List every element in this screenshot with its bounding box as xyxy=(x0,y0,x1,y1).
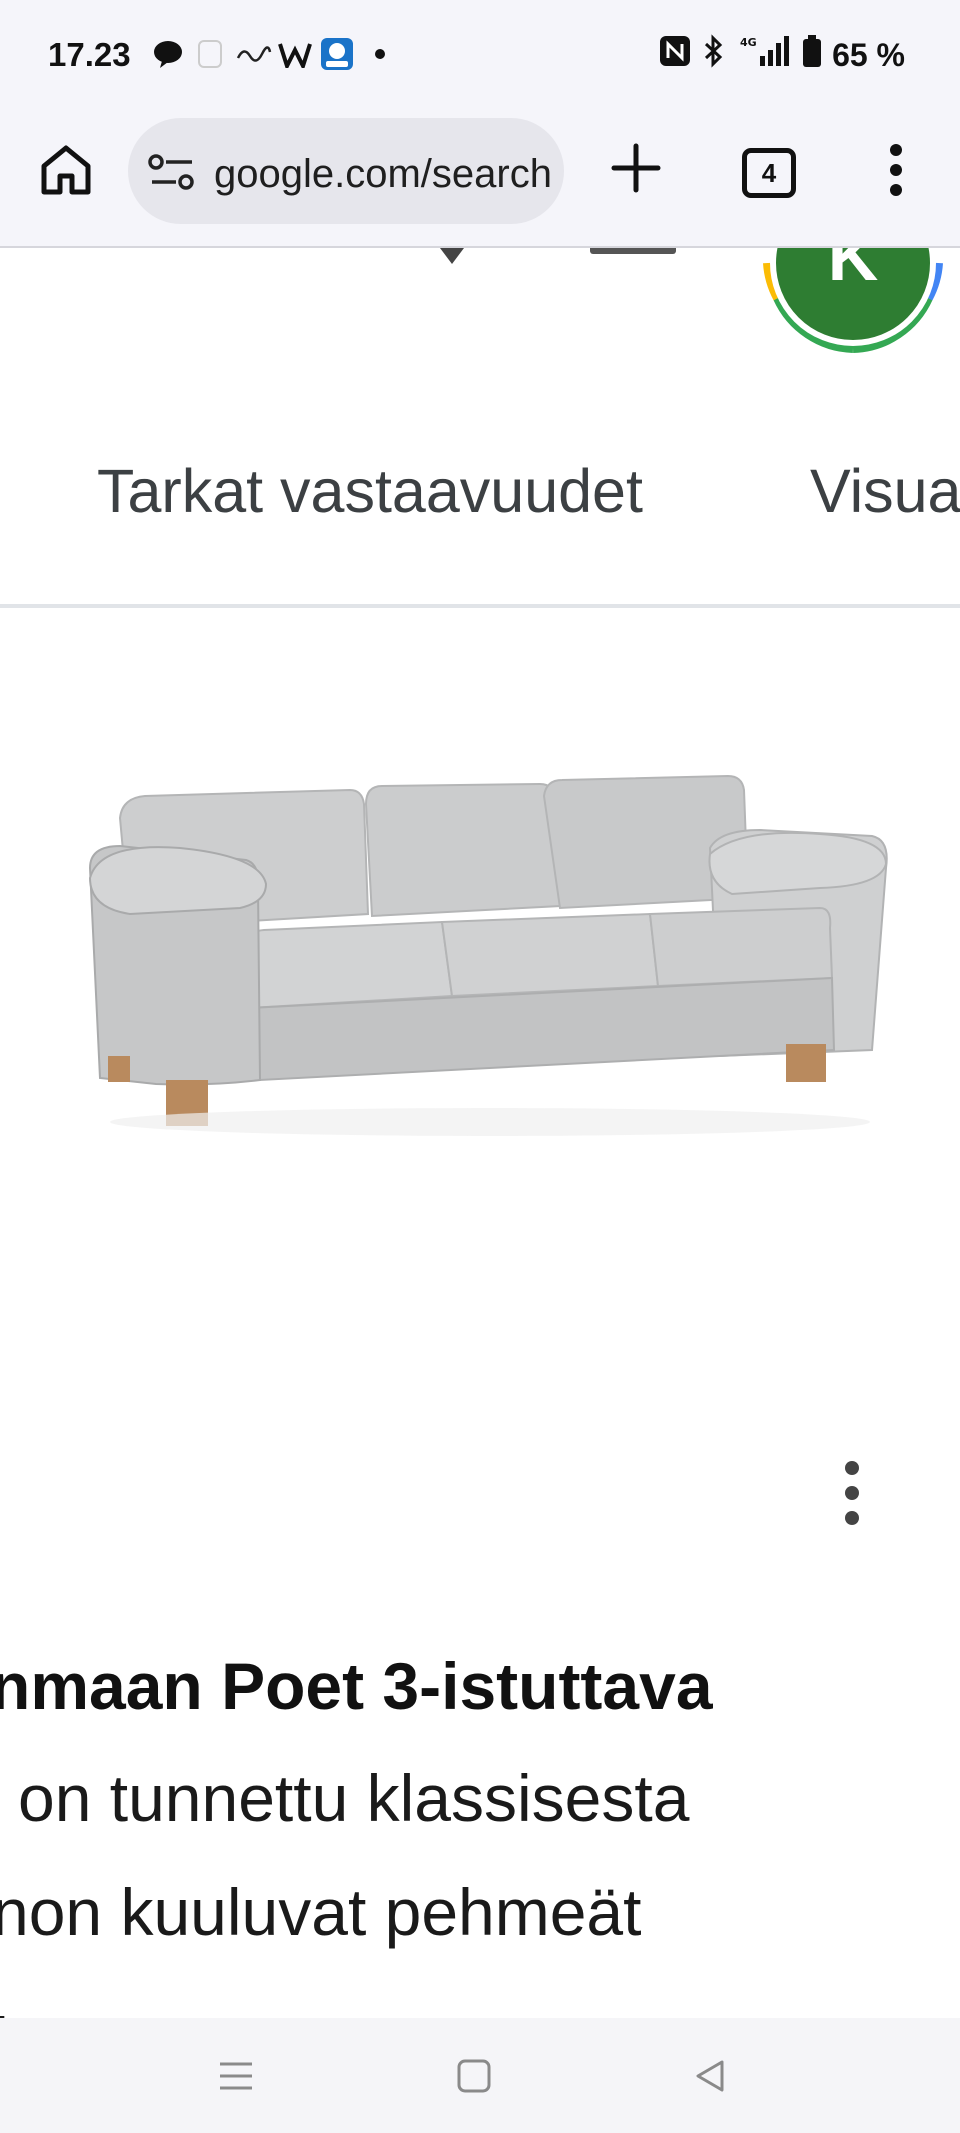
url-text: google.com/search xyxy=(214,152,552,196)
chat-icon xyxy=(152,38,184,70)
browser-toolbar: google.com/search 4 xyxy=(0,110,960,248)
more-vert-icon xyxy=(845,1461,859,1525)
partial-button[interactable] xyxy=(590,248,676,254)
home-nav-button[interactable] xyxy=(456,2058,492,2099)
seat-cushion-middle xyxy=(440,912,660,998)
plus-icon xyxy=(611,143,661,193)
web-page: K Tarkat vastaavuudet Visuaaliset xyxy=(0,248,960,2018)
product-title[interactable]: nmaan Poet 3-istuttava xyxy=(0,1648,713,1724)
recents-button[interactable] xyxy=(218,2058,254,2099)
svg-text:4G: 4G xyxy=(740,36,757,49)
back-button[interactable] xyxy=(692,2058,728,2099)
back-cushion-middle xyxy=(364,782,562,918)
product-description-line: : xyxy=(0,1990,10,2018)
signal-icon: 4G xyxy=(736,34,792,76)
home-icon xyxy=(41,145,91,195)
battery-icon xyxy=(802,34,822,76)
status-bar: 17.23 4G 65 % xyxy=(0,0,960,110)
elisa-icon xyxy=(236,38,272,70)
new-tab-button[interactable] xyxy=(606,138,666,198)
system-navigation-bar xyxy=(0,2018,960,2133)
sofa-leg xyxy=(786,1044,826,1082)
square-icon xyxy=(457,2059,491,2093)
clock: 17.23 xyxy=(48,36,131,73)
tab-exact-matches[interactable]: Tarkat vastaavuudet xyxy=(97,456,643,526)
account-avatar[interactable]: K xyxy=(758,248,948,358)
tooltip-pointer xyxy=(440,248,464,264)
seat-cushion-right xyxy=(648,906,834,988)
product-description-line: on tunnettu klassisesta xyxy=(18,1761,690,1835)
tab-visual-matches[interactable]: Visuaaliset xyxy=(810,456,960,526)
home-button[interactable] xyxy=(36,140,96,200)
seat-cushion-left xyxy=(238,920,454,1010)
download-icon xyxy=(196,38,224,70)
dot-icon xyxy=(374,38,386,70)
result-more-button[interactable] xyxy=(836,1458,868,1528)
site-settings-icon[interactable] xyxy=(148,152,196,192)
nfc-icon xyxy=(658,34,692,76)
sofa-leg xyxy=(108,1056,130,1082)
status-right: 4G 65 % xyxy=(658,34,905,76)
more-vert-icon xyxy=(890,144,902,196)
menu-lines-icon xyxy=(220,2062,252,2090)
bluetooth-icon xyxy=(702,34,726,76)
search-tabs: Tarkat vastaavuudet Visuaaliset xyxy=(0,438,960,608)
tab-switcher-button[interactable]: 4 xyxy=(742,148,796,198)
browser-menu-button[interactable] xyxy=(878,140,914,200)
wolt-icon xyxy=(278,38,312,70)
product-description-line: non kuuluvat pehmeät xyxy=(0,1875,642,1949)
address-bar[interactable]: google.com/search xyxy=(128,118,564,224)
lidl-plus-icon xyxy=(320,38,354,70)
grey-three-seat-sofa-image[interactable] xyxy=(60,718,910,1158)
battery-percent: 65 % xyxy=(832,36,905,73)
back-triangle-icon xyxy=(696,2060,724,2092)
